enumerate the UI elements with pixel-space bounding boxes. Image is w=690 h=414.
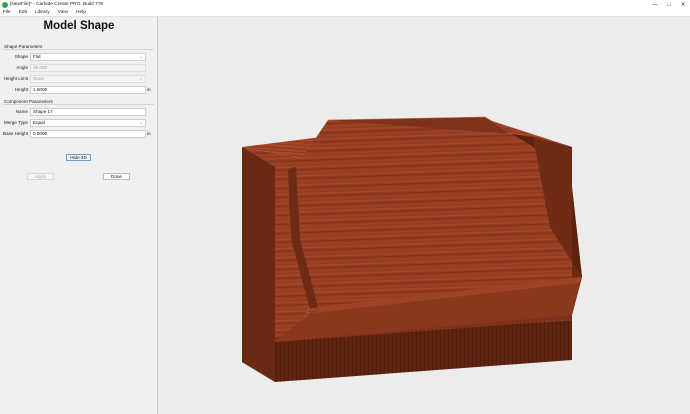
- menu-bar: File Edit Library View Help: [0, 9, 690, 17]
- chevron-down-icon: ⌄: [139, 120, 143, 125]
- angle-label: Angle: [16, 65, 28, 70]
- height-limit-select: None ⌄: [30, 75, 146, 83]
- height-limit-row: Height Limit None ⌄: [0, 75, 158, 84]
- model-shape-panel: Model Shape Shape Parameters Shape Flat …: [0, 17, 158, 414]
- window-controls: — □ ✕: [648, 0, 690, 9]
- menu-edit[interactable]: Edit: [15, 10, 31, 15]
- component-parameters-divider: [3, 104, 154, 105]
- merge-type-select[interactable]: Equal ⌄: [30, 119, 146, 127]
- chevron-down-icon: ⌄: [139, 54, 143, 59]
- height-input[interactable]: 1.5000: [30, 86, 146, 94]
- merge-type-value: Equal: [33, 120, 45, 125]
- panel-title: Model Shape: [43, 20, 115, 32]
- shape-row: Shape Flat ⌄: [0, 53, 158, 62]
- height-label: Height: [14, 87, 28, 92]
- wood-model-render: [242, 116, 582, 382]
- base-height-row: Base Height 0.0000 in: [0, 130, 158, 139]
- shape-parameters-divider: [3, 49, 154, 50]
- height-row: Height 1.5000 in: [0, 86, 158, 95]
- base-height-label: Base Height: [2, 131, 28, 136]
- height-limit-value: None: [33, 76, 44, 81]
- angle-row: Angle 45.000: [0, 64, 158, 73]
- base-height-unit: in: [147, 131, 151, 136]
- shape-label: Shape: [14, 54, 28, 59]
- name-input[interactable]: Shape 17: [30, 108, 146, 116]
- merge-type-label: Merge Type: [3, 120, 28, 125]
- angle-field: 45.000: [30, 64, 146, 72]
- maximize-button[interactable]: □: [662, 0, 676, 9]
- menu-library[interactable]: Library: [31, 10, 54, 15]
- close-button[interactable]: ✕: [676, 0, 690, 9]
- menu-view[interactable]: View: [54, 10, 72, 15]
- title-bar: [NewFile]* - Carbide Create PRO, Build 7…: [0, 0, 690, 9]
- name-row: Name Shape 17: [0, 108, 158, 117]
- 3d-viewport[interactable]: [158, 17, 690, 414]
- hide-3d-button[interactable]: Hide 3D: [66, 154, 91, 161]
- chevron-down-icon: ⌄: [139, 76, 143, 81]
- merge-type-row: Merge Type Equal ⌄: [0, 119, 158, 128]
- height-limit-label: Height Limit: [3, 76, 28, 81]
- menu-help[interactable]: Help: [72, 10, 90, 15]
- height-unit: in: [147, 87, 151, 92]
- name-label: Name: [15, 109, 28, 114]
- window-title: [NewFile]* - Carbide Create PRO, Build 7…: [10, 2, 104, 7]
- menu-file[interactable]: File: [0, 10, 15, 15]
- shape-value: Flat: [33, 54, 41, 59]
- base-height-input[interactable]: 0.0000: [30, 130, 146, 138]
- app-icon: [2, 1, 8, 8]
- shape-select[interactable]: Flat ⌄: [30, 53, 146, 61]
- apply-button: Apply: [27, 173, 54, 180]
- minimize-button[interactable]: —: [648, 0, 662, 9]
- done-button[interactable]: Done: [103, 173, 130, 180]
